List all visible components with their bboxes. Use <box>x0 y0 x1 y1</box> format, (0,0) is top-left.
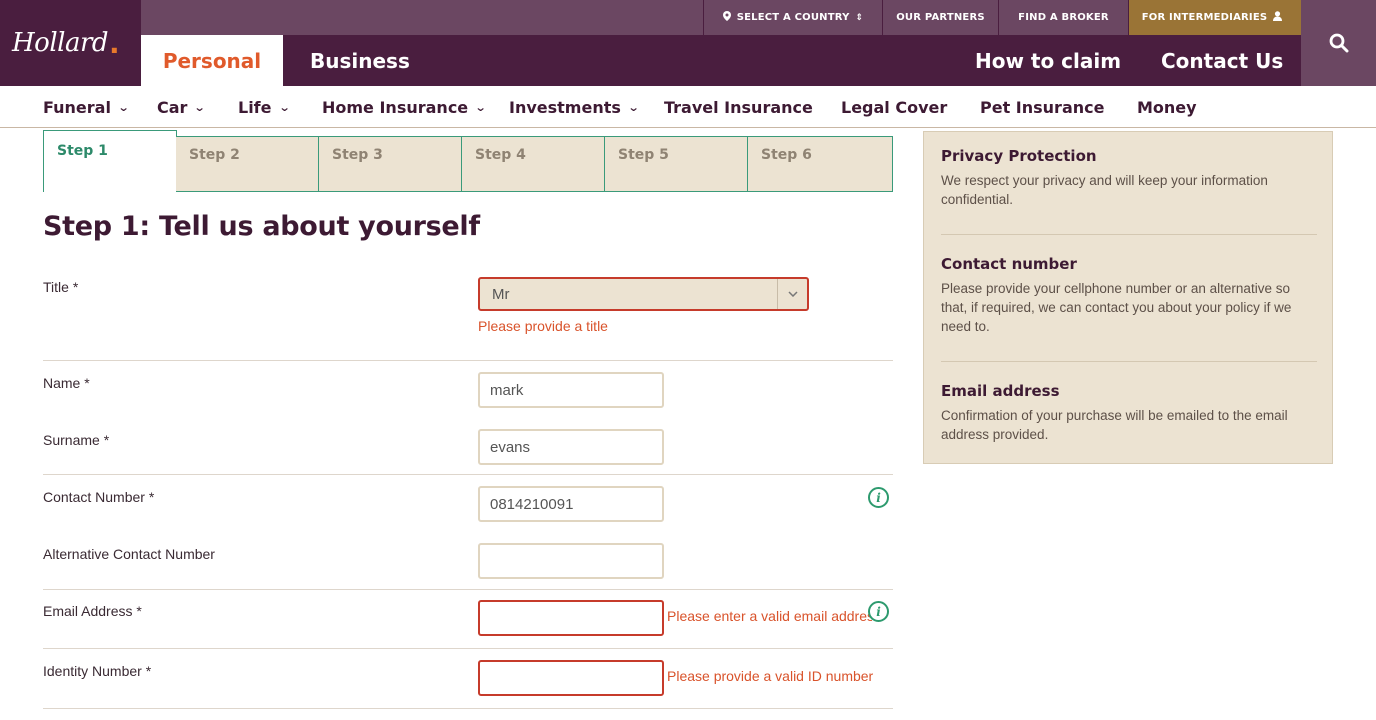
email-input[interactable] <box>478 600 664 636</box>
step-tab-1[interactable]: Step 1 <box>43 130 177 192</box>
nav-car-label: Car <box>157 97 188 117</box>
step-tab-5[interactable]: Step 5 <box>605 136 748 192</box>
nav-money[interactable]: Money <box>1137 86 1197 128</box>
our-partners-link[interactable]: OUR PARTNERS <box>882 0 998 35</box>
chevron-down-icon: ⌄ <box>117 100 130 114</box>
intermediaries-label: FOR INTERMEDIARIES <box>1141 12 1268 23</box>
search-button[interactable] <box>1301 0 1376 86</box>
nav-money-label: Money <box>1137 97 1197 117</box>
form-title: Step 1: Tell us about yourself <box>43 211 480 242</box>
utility-bar: SELECT A COUNTRY ⇕ OUR PARTNERS FIND A B… <box>141 0 1301 35</box>
nav-investments[interactable]: Investments ⌄ <box>509 86 640 128</box>
privacy-title: Privacy Protection <box>941 147 1097 165</box>
how-to-claim-link[interactable]: How to claim <box>975 35 1121 86</box>
title-error: Please provide a title <box>478 318 608 334</box>
info-icon[interactable]: i <box>868 601 889 622</box>
title-select[interactable]: Mr <box>478 277 809 311</box>
email-help-section: Email address Confirmation of your purch… <box>941 382 1317 444</box>
step-tab-4[interactable]: Step 4 <box>462 136 605 192</box>
privacy-body: We respect your privacy and will keep yo… <box>941 173 1268 207</box>
email-label: Email Address * <box>43 603 142 619</box>
chevron-down-icon: ⌄ <box>194 100 207 114</box>
logo-dot: . <box>109 26 120 60</box>
location-pin-icon <box>722 11 731 24</box>
step-tabs: Step 1 Step 2 Step 3 Step 4 Step 5 Step … <box>43 130 893 192</box>
divider <box>43 360 893 361</box>
tab-personal[interactable]: Personal <box>141 35 283 86</box>
divider <box>941 361 1317 362</box>
surname-input[interactable]: evans <box>478 429 664 465</box>
tab-business[interactable]: Business <box>310 35 410 86</box>
nav-funeral[interactable]: Funeral ⌄ <box>43 86 130 128</box>
id-number-error: Please provide a valid ID number <box>667 668 874 684</box>
contact-help-section: Contact number Please provide your cellp… <box>941 255 1317 336</box>
info-icon[interactable]: i <box>868 487 889 508</box>
nav-home-label: Home Insurance <box>322 97 469 117</box>
nav-home-insurance[interactable]: Home Insurance ⌄ <box>322 86 487 128</box>
chevron-down-icon <box>777 279 807 309</box>
divider <box>43 708 893 709</box>
contact-number-label: Contact Number * <box>43 489 155 505</box>
contact-help-title: Contact number <box>941 255 1077 273</box>
nav-legal-cover[interactable]: Legal Cover <box>841 86 947 128</box>
user-icon <box>1273 11 1283 24</box>
step-tab-3[interactable]: Step 3 <box>319 136 462 192</box>
divider <box>43 589 893 590</box>
sort-arrows-icon: ⇕ <box>855 12 864 23</box>
nav-pet-label: Pet Insurance <box>980 97 1105 117</box>
search-icon <box>1329 33 1349 57</box>
nav-legal-label: Legal Cover <box>841 97 948 117</box>
hollard-logo[interactable]: Hollard. <box>0 0 141 86</box>
name-label: Name * <box>43 375 90 391</box>
chevron-down-icon: ⌄ <box>474 100 487 114</box>
alt-contact-label: Alternative Contact Number <box>43 546 215 562</box>
id-number-input[interactable] <box>478 660 664 696</box>
site-header: Hollard. SELECT A COUNTRY ⇕ OUR PARTNERS… <box>0 0 1376 86</box>
divider <box>941 234 1317 235</box>
select-country-label: SELECT A COUNTRY <box>736 12 850 23</box>
divider <box>43 474 893 475</box>
id-number-label: Identity Number * <box>43 663 152 679</box>
category-nav: Funeral ⌄ Car ⌄ Life ⌄ Home Insurance ⌄ Inve… <box>0 86 1376 128</box>
title-select-value: Mr <box>492 286 510 303</box>
nav-funeral-label: Funeral <box>43 97 111 117</box>
nav-investments-label: Investments <box>509 97 621 117</box>
email-help-title: Email address <box>941 382 1060 400</box>
intermediaries-link[interactable]: FOR INTERMEDIARIES <box>1128 0 1301 35</box>
divider <box>43 648 893 649</box>
help-sidebar: Privacy Protection We respect your priva… <box>923 131 1333 464</box>
alt-contact-input[interactable] <box>478 543 664 579</box>
find-broker-link[interactable]: FIND A BROKER <box>998 0 1128 35</box>
contact-us-link[interactable]: Contact Us <box>1161 35 1283 86</box>
find-broker-label: FIND A BROKER <box>1018 12 1109 23</box>
email-error: Please enter a valid email addres <box>667 608 872 624</box>
chevron-down-icon: ⌄ <box>278 100 291 114</box>
select-country-dropdown[interactable]: SELECT A COUNTRY ⇕ <box>703 0 882 35</box>
nav-life[interactable]: Life ⌄ <box>238 86 291 128</box>
nav-travel-label: Travel Insurance <box>664 97 813 117</box>
email-help-body: Confirmation of your purchase will be em… <box>941 408 1288 442</box>
step-tab-2[interactable]: Step 2 <box>176 136 319 192</box>
step-tab-6[interactable]: Step 6 <box>748 136 893 192</box>
nav-car[interactable]: Car ⌄ <box>157 86 207 128</box>
privacy-section: Privacy Protection We respect your priva… <box>941 147 1317 209</box>
contact-help-body: Please provide your cellphone number or … <box>941 281 1292 334</box>
nav-travel-insurance[interactable]: Travel Insurance <box>664 86 813 128</box>
nav-pet-insurance[interactable]: Pet Insurance <box>980 86 1104 128</box>
title-label: Title * <box>43 279 79 295</box>
contact-number-input[interactable]: 0814210091 <box>478 486 664 522</box>
chevron-down-icon: ⌄ <box>627 100 640 114</box>
nav-life-label: Life <box>238 97 272 117</box>
our-partners-label: OUR PARTNERS <box>896 12 985 23</box>
logo-text: Hollard <box>12 28 109 58</box>
surname-label: Surname * <box>43 432 110 448</box>
name-input[interactable]: mark <box>478 372 664 408</box>
